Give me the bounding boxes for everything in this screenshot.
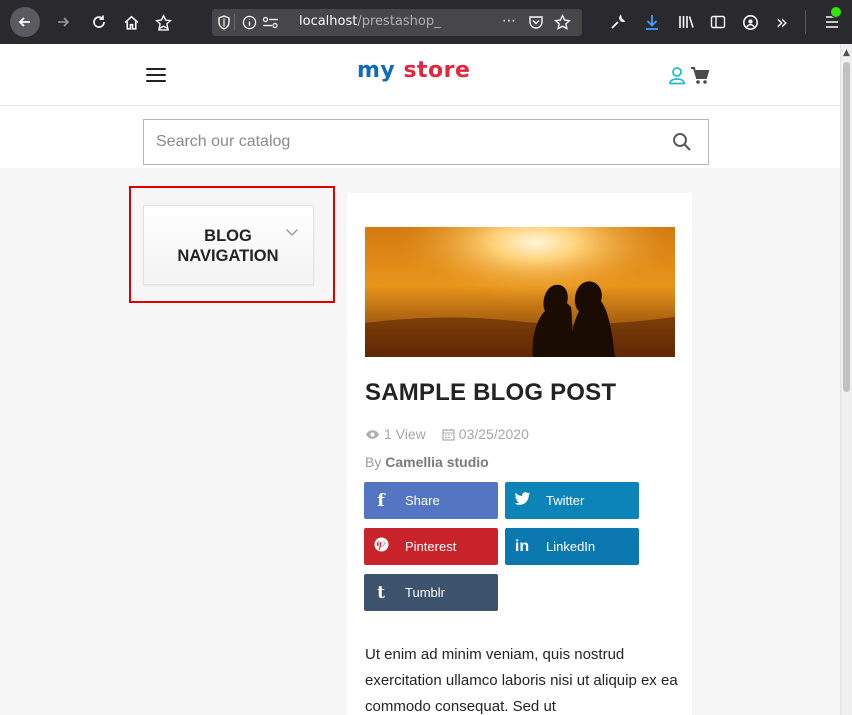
url-host: localhost bbox=[299, 14, 358, 29]
forward-button[interactable] bbox=[50, 0, 76, 44]
linkedin-icon: in bbox=[514, 537, 530, 555]
url-bar[interactable]: localhost/prestashop_ ⋯ bbox=[212, 9, 582, 36]
facebook-icon: f bbox=[377, 490, 385, 511]
chevron-down-icon bbox=[286, 229, 298, 236]
star-bookmarks-icon bbox=[154, 13, 172, 31]
reload-button[interactable] bbox=[86, 0, 112, 44]
downloads-button[interactable] bbox=[640, 0, 664, 44]
menu-button[interactable] bbox=[818, 0, 846, 44]
post-meta: 1 View 03/25/2020 bbox=[365, 426, 529, 442]
home-button[interactable] bbox=[118, 0, 144, 44]
search-input[interactable] bbox=[144, 120, 664, 164]
share-pinterest-button[interactable]: Pinterest bbox=[364, 528, 498, 565]
scroll-thumb[interactable] bbox=[843, 62, 850, 392]
post-author-line: By Camellia studio bbox=[365, 454, 489, 470]
page-viewport: my store BLOG NAVIGATION bbox=[0, 44, 840, 715]
eye-icon bbox=[365, 429, 380, 439]
share-tumblr-button[interactable]: t Tumblr bbox=[364, 574, 498, 611]
url-text[interactable]: localhost/prestashop_ bbox=[299, 14, 441, 29]
share-twitter-button[interactable]: Twitter bbox=[505, 482, 639, 519]
library-button[interactable] bbox=[674, 0, 698, 44]
post-date: 03/25/2020 bbox=[458, 426, 529, 442]
twitter-icon bbox=[505, 491, 539, 511]
sidebar-icon bbox=[710, 15, 726, 29]
share-facebook-button[interactable]: f Share bbox=[364, 482, 498, 519]
sidebar-button[interactable] bbox=[706, 0, 730, 44]
toolbar-divider bbox=[805, 10, 806, 34]
share-linkedin-label: LinkedIn bbox=[546, 539, 596, 554]
hamburger-menu-icon[interactable] bbox=[146, 68, 166, 84]
sunset-couple-image bbox=[365, 227, 675, 357]
page-actions-button[interactable]: ⋯ bbox=[502, 13, 516, 29]
share-facebook-label: Share bbox=[405, 493, 440, 508]
post-featured-image[interactable] bbox=[365, 227, 675, 357]
share-twitter-label: Twitter bbox=[546, 493, 585, 508]
blog-navigation-toggle[interactable]: BLOG NAVIGATION bbox=[143, 205, 314, 285]
url-divider bbox=[234, 14, 235, 31]
share-linkedin-button[interactable]: in LinkedIn bbox=[505, 528, 639, 565]
account-button[interactable] bbox=[738, 0, 762, 44]
logo-word-store: store bbox=[403, 58, 471, 83]
post-excerpt: Ut enim ad minim veniam, quis nostrud ex… bbox=[365, 646, 678, 715]
arrow-left-icon bbox=[18, 17, 30, 27]
info-icon[interactable] bbox=[242, 15, 257, 30]
tools-button[interactable] bbox=[606, 0, 630, 44]
back-button[interactable] bbox=[10, 7, 40, 37]
store-logo[interactable]: my store bbox=[357, 58, 470, 83]
pocket-icon[interactable] bbox=[528, 14, 544, 30]
update-badge bbox=[830, 6, 842, 18]
pinterest-icon bbox=[364, 536, 398, 557]
share-pinterest-label: Pinterest bbox=[405, 539, 457, 554]
home-icon bbox=[124, 15, 138, 30]
library-icon bbox=[678, 16, 694, 28]
star-icon[interactable] bbox=[554, 14, 571, 31]
shield-icon bbox=[218, 15, 230, 30]
user-icon[interactable] bbox=[668, 66, 686, 85]
calendar-icon bbox=[442, 428, 455, 441]
wrench-icon bbox=[611, 14, 626, 29]
browser-toolbar: localhost/prestashop_ ⋯ » bbox=[0, 0, 852, 44]
arrow-right-icon bbox=[58, 17, 70, 27]
shopping-cart-icon[interactable] bbox=[690, 66, 710, 85]
overflow-button[interactable]: » bbox=[770, 0, 794, 44]
logo-word-my: my bbox=[357, 58, 396, 83]
reload-icon bbox=[93, 15, 105, 28]
post-title[interactable]: SAMPLE BLOG POST bbox=[365, 379, 616, 407]
search-icon[interactable] bbox=[672, 132, 692, 152]
page-scrollbar[interactable]: ▲ bbox=[840, 44, 852, 715]
scroll-up-arrow-icon[interactable]: ▲ bbox=[843, 48, 850, 58]
author-prefix: By bbox=[365, 454, 382, 470]
tumblr-icon: t bbox=[377, 582, 385, 603]
blog-post-card: SAMPLE BLOG POST 1 View 03/25/2020 By Ca… bbox=[347, 193, 692, 715]
site-header: my store bbox=[0, 44, 840, 106]
share-tumblr-label: Tumblr bbox=[405, 585, 445, 600]
url-path: /prestashop_ bbox=[357, 14, 441, 29]
search-row bbox=[0, 106, 840, 168]
blog-navigation-title: BLOG NAVIGATION bbox=[177, 227, 279, 265]
permissions-icon[interactable] bbox=[262, 16, 280, 29]
author-name[interactable]: Camellia studio bbox=[385, 454, 488, 470]
view-count: 1 View bbox=[384, 426, 426, 442]
account-icon bbox=[742, 14, 758, 30]
bookmark-star-button[interactable] bbox=[150, 0, 176, 44]
download-icon bbox=[646, 14, 658, 30]
search-box bbox=[143, 119, 709, 165]
